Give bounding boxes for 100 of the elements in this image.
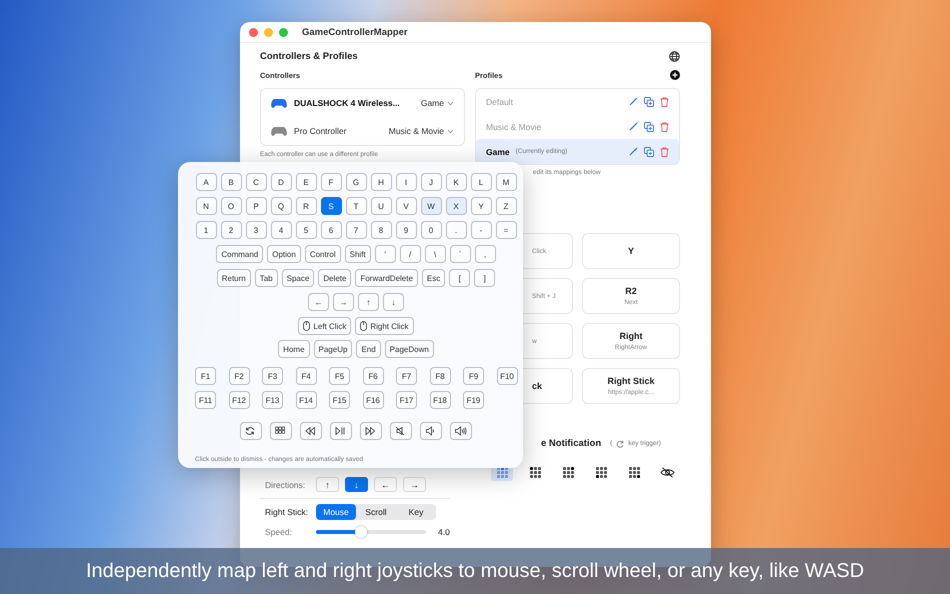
- keyboard-key[interactable]: V: [396, 197, 416, 215]
- keyboard-key[interactable]: U: [370, 197, 392, 215]
- duplicate-icon[interactable]: [644, 122, 654, 132]
- keyboard-key[interactable]: Delete: [318, 269, 352, 287]
- keyboard-key[interactable]: I: [396, 173, 416, 191]
- keyboard-key[interactable]: C: [246, 173, 266, 191]
- keyboard-key[interactable]: [450, 422, 472, 440]
- keyboard-key[interactable]: F11: [195, 391, 216, 409]
- keyboard-key[interactable]: ,: [474, 245, 496, 263]
- keyboard-key[interactable]: Z: [496, 197, 516, 215]
- keyboard-key[interactable]: Q: [270, 197, 292, 215]
- keyboard-key[interactable]: R: [296, 197, 316, 215]
- keyboard-key[interactable]: ↓: [383, 293, 404, 311]
- keyboard-key[interactable]: PageUp: [314, 340, 352, 358]
- keyboard-key[interactable]: Space: [282, 269, 314, 287]
- keyboard-key[interactable]: /: [400, 245, 421, 263]
- keyboard-key[interactable]: L: [470, 173, 492, 191]
- keyboard-key[interactable]: K: [446, 173, 466, 191]
- mode-segment[interactable]: Mouse: [316, 504, 356, 520]
- keyboard-key[interactable]: -: [470, 221, 492, 239]
- keyboard-key[interactable]: [240, 422, 262, 440]
- keyboard-key[interactable]: A: [196, 173, 216, 191]
- keyboard-key[interactable]: F4: [296, 367, 316, 385]
- mode-segment[interactable]: Scroll: [356, 504, 396, 520]
- keyboard-key[interactable]: .: [446, 221, 466, 239]
- keyboard-key[interactable]: Command: [216, 245, 264, 263]
- keyboard-key[interactable]: [330, 422, 352, 440]
- keyboard-key[interactable]: =: [496, 221, 516, 239]
- keyboard-key[interactable]: 9: [396, 221, 416, 239]
- keyboard-key[interactable]: [360, 422, 382, 440]
- keyboard-key[interactable]: →: [333, 293, 354, 311]
- keyboard-key[interactable]: H: [370, 173, 392, 191]
- keyboard-key[interactable]: Shift: [344, 245, 371, 263]
- mode-segment[interactable]: Key: [396, 504, 436, 520]
- keyboard-key[interactable]: F9: [463, 367, 484, 385]
- keyboard-key[interactable]: F12: [228, 391, 250, 409]
- pencil-icon[interactable]: [629, 122, 638, 131]
- keyboard-key[interactable]: PageDown: [384, 340, 434, 358]
- keyboard-key[interactable]: [270, 422, 292, 440]
- globe-icon[interactable]: [669, 51, 680, 62]
- keyboard-key[interactable]: N: [196, 197, 216, 215]
- keyboard-key[interactable]: Return: [216, 269, 251, 287]
- keyboard-key[interactable]: S: [320, 197, 342, 215]
- keyboard-key[interactable]: F8: [430, 367, 450, 385]
- keyboard-key[interactable]: E: [296, 173, 316, 191]
- keyboard-key[interactable]: F3: [262, 367, 283, 385]
- keyboard-key[interactable]: Option: [267, 245, 301, 263]
- keyboard-key[interactable]: W: [420, 197, 442, 215]
- duplicate-icon[interactable]: [644, 146, 654, 156]
- keyboard-key[interactable]: X: [446, 197, 466, 215]
- keyboard-key[interactable]: [: [449, 269, 470, 287]
- keyboard-key[interactable]: 0: [420, 221, 442, 239]
- keyboard-key[interactable]: T: [346, 197, 366, 215]
- keyboard-key[interactable]: 3: [246, 221, 266, 239]
- keyboard-key[interactable]: P: [246, 197, 266, 215]
- keyboard-key[interactable]: F16: [362, 391, 384, 409]
- keyboard-key[interactable]: End: [356, 340, 381, 358]
- keyboard-key[interactable]: [300, 422, 322, 440]
- keyboard-key[interactable]: F1: [195, 367, 216, 385]
- trash-icon[interactable]: [660, 146, 669, 156]
- keyboard-key[interactable]: F14: [296, 391, 316, 409]
- keyboard-key[interactable]: J: [420, 173, 442, 191]
- keyboard-key[interactable]: ←: [308, 293, 329, 311]
- keyboard-key[interactable]: 5: [296, 221, 316, 239]
- keyboard-key[interactable]: ]: [474, 269, 496, 287]
- keyboard-key[interactable]: 1: [196, 221, 216, 239]
- pencil-icon[interactable]: [629, 97, 638, 106]
- keyboard-key[interactable]: F13: [262, 391, 283, 409]
- keyboard-key[interactable]: \: [424, 245, 446, 263]
- profile-dropdown[interactable]: Music & Movie: [388, 126, 454, 136]
- keyboard-key[interactable]: ↑: [358, 293, 379, 311]
- keyboard-key[interactable]: 2: [220, 221, 242, 239]
- trash-icon[interactable]: [660, 122, 669, 132]
- keyboard-key[interactable]: Y: [470, 197, 492, 215]
- keyboard-key[interactable]: F7: [396, 367, 417, 385]
- keyboard-key[interactable]: F17: [396, 391, 417, 409]
- direction-button[interactable]: ↓: [345, 477, 368, 492]
- keyboard-key[interactable]: 4: [270, 221, 292, 239]
- keyboard-key[interactable]: Right Click: [355, 317, 414, 335]
- keyboard-key[interactable]: 8: [370, 221, 392, 239]
- keyboard-key[interactable]: F15: [329, 391, 350, 409]
- keyboard-key[interactable]: M: [496, 173, 516, 191]
- keyboard-key[interactable]: Control: [304, 245, 341, 263]
- keyboard-key[interactable]: G: [346, 173, 366, 191]
- add-icon[interactable]: [670, 70, 680, 80]
- direction-button[interactable]: ↑: [316, 477, 339, 492]
- keyboard-key[interactable]: F18: [430, 391, 450, 409]
- keyboard-key[interactable]: Tab: [254, 269, 278, 287]
- keyboard-key[interactable]: F: [320, 173, 342, 191]
- keyboard-key[interactable]: F5: [329, 367, 350, 385]
- keyboard-key[interactable]: F2: [228, 367, 250, 385]
- keyboard-key[interactable]: ForwardDelete: [355, 269, 418, 287]
- keyboard-key[interactable]: [420, 422, 442, 440]
- direction-button[interactable]: ←: [374, 477, 397, 492]
- mapping-card[interactable]: Y: [582, 233, 680, 269]
- trash-icon[interactable]: [660, 96, 669, 106]
- slider-thumb[interactable]: [355, 526, 368, 538]
- direction-button[interactable]: →: [403, 477, 426, 492]
- pencil-icon[interactable]: [629, 147, 638, 156]
- keyboard-key[interactable]: 7: [346, 221, 366, 239]
